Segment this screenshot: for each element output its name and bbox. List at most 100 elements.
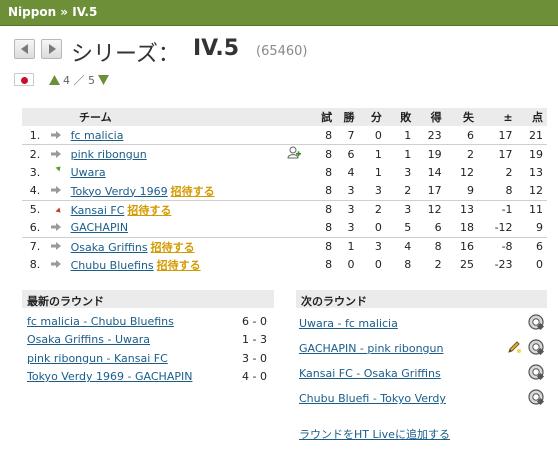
stat-w: 4: [347, 165, 355, 179]
stat-pts: 9: [516, 218, 547, 238]
latest-match-row: Osaka Griffins - Uwara 1 - 3: [22, 331, 274, 350]
live-view-icon[interactable]: [528, 339, 545, 358]
stat-p: 8: [325, 258, 333, 272]
match-link[interactable]: pink ribongun - Kansai FC: [27, 352, 168, 365]
stat-l: 3: [404, 165, 412, 179]
live-view-icon[interactable]: [528, 314, 545, 333]
match-link[interactable]: fc malicia - Chubu Bluefins: [27, 315, 174, 328]
stat-ga: 12: [460, 165, 475, 179]
invite-link[interactable]: 招待する: [127, 204, 171, 217]
level-navigation: 4 ／ 5: [49, 72, 109, 88]
team-cell: Kansai FC 招待する: [69, 200, 307, 219]
arrow-right-icon: [44, 218, 69, 238]
stat-ga: 16: [460, 240, 475, 253]
team-cell: Osaka Griffins 招待する: [69, 237, 307, 256]
match-link[interactable]: Tokyo Verdy 1969 - GACHAPIN: [27, 370, 192, 383]
stat-ga: 2: [467, 147, 475, 161]
stat-w: 1: [347, 240, 355, 253]
triangle-right-icon: [48, 44, 56, 54]
position: 2.: [29, 147, 41, 161]
stat-gf: 14: [427, 165, 442, 179]
position: 5.: [29, 203, 41, 216]
team-cell: pink ribongun: [69, 145, 307, 164]
position: 7.: [29, 240, 41, 253]
match-score: 6 - 0: [242, 314, 267, 328]
team-link[interactable]: Osaka Griffins: [71, 241, 148, 254]
japan-flag-icon[interactable]: [14, 73, 34, 86]
previous-series-button[interactable]: [14, 39, 35, 59]
stat-gd: -8: [501, 240, 513, 253]
team-link[interactable]: Chubu Bluefins: [71, 259, 154, 272]
invite-link[interactable]: 招待する: [171, 185, 215, 198]
pencil-icon[interactable]: [506, 339, 522, 358]
stat-p: 8: [325, 147, 333, 161]
stat-pts: 11: [529, 203, 543, 216]
stat-l: 1: [385, 126, 416, 145]
team-link[interactable]: Kansai FC: [71, 204, 125, 217]
column-team: チーム: [22, 108, 307, 126]
latest-round-title: 最新のラウンド: [22, 290, 274, 308]
table-row: 2. pink ribongun 8 6 1 1 19 2 17 19: [22, 145, 547, 164]
next-series-button[interactable]: [41, 39, 62, 59]
stat-pts: 21: [516, 126, 547, 145]
position: 4.: [22, 181, 45, 201]
level-down-icon[interactable]: [98, 75, 109, 85]
series-label: シリーズ：: [71, 42, 180, 67]
stat-pts: 13: [529, 165, 543, 179]
stat-gf: 8: [434, 240, 442, 253]
arrow-up-icon: [44, 163, 68, 182]
user-plus-icon[interactable]: [287, 146, 301, 162]
live-view-icon[interactable]: [528, 364, 545, 383]
series-id: (65460): [256, 44, 308, 59]
invite-link[interactable]: 招待する: [151, 241, 195, 254]
stat-d: 0: [358, 126, 386, 145]
match-score: 3 - 0: [242, 351, 267, 365]
stat-pts: 0: [536, 258, 543, 272]
team-link[interactable]: GACHAPIN: [71, 221, 128, 234]
match-score: 4 - 0: [242, 370, 267, 384]
arrow-right-icon: [44, 181, 69, 201]
team-link[interactable]: Uwara: [71, 166, 106, 179]
team-cell: Tokyo Verdy 1969 招待する: [68, 181, 307, 201]
match-link[interactable]: Chubu Bluefi - Tokyo Verdy: [299, 392, 446, 405]
team-cell: fc malicia: [68, 126, 307, 145]
stat-p: 8: [325, 203, 333, 216]
next-round-title: 次のラウンド: [296, 290, 547, 308]
stat-l: 2: [385, 181, 416, 201]
stat-gf: 23: [415, 126, 446, 145]
level-up-icon[interactable]: [49, 75, 60, 85]
team-cell: Chubu Bluefins 招待する: [69, 256, 307, 275]
position: 6.: [22, 218, 45, 238]
live-view-icon[interactable]: [528, 389, 545, 408]
stat-d: 0: [358, 218, 386, 238]
stat-gd: 17: [498, 147, 513, 161]
column-points: 点: [516, 108, 547, 126]
team-link[interactable]: Tokyo Verdy 1969: [71, 185, 168, 198]
stat-w: 7: [336, 126, 359, 145]
arrow-right-icon: [44, 237, 68, 256]
stat-pts: 12: [516, 181, 547, 201]
team-link[interactable]: pink ribongun: [71, 148, 147, 161]
position: 3.: [29, 165, 41, 179]
stat-gf: 2: [434, 258, 442, 272]
column-lost: 敗: [385, 108, 416, 126]
stat-ga: 6: [445, 126, 479, 145]
stat-l: 1: [404, 147, 412, 161]
stat-ga: 13: [460, 203, 475, 216]
invite-link[interactable]: 招待する: [157, 259, 201, 272]
match-link[interactable]: Osaka Griffins - Uwara: [27, 333, 150, 346]
team-link[interactable]: fc malicia: [71, 129, 124, 142]
stat-p: 8: [306, 126, 337, 145]
stat-l: 3: [404, 203, 412, 216]
add-to-ht-live-link[interactable]: ラウンドをHT Liveに追加する: [299, 426, 450, 442]
column-played: 試: [306, 108, 337, 126]
arrow-down-icon: [44, 200, 68, 219]
match-link[interactable]: GACHAPIN - pink ribongun: [299, 342, 443, 355]
table-row: 4. Tokyo Verdy 1969 招待する 8 3 3 2 17 9 8 12: [22, 181, 547, 201]
position: 8.: [29, 258, 41, 272]
match-link[interactable]: Kansai FC - Osaka Griffins: [299, 367, 441, 380]
column-goals-for: 得: [415, 108, 446, 126]
match-link[interactable]: Uwara - fc malicia: [299, 317, 398, 330]
arrow-right-icon: [44, 126, 69, 145]
stat-w: 6: [347, 147, 355, 161]
